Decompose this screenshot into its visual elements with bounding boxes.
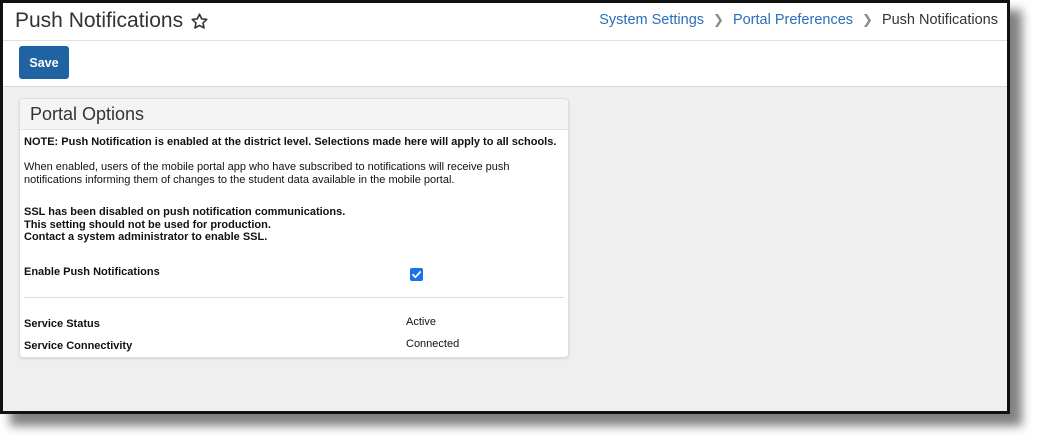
enable-push-checkbox[interactable] xyxy=(410,268,423,281)
breadcrumb-portal-preferences[interactable]: Portal Preferences xyxy=(733,12,853,28)
portal-options-panel: Portal Options NOTE: Push Notification i… xyxy=(19,98,569,358)
ssl-warning-line: SSL has been disabled on push notificati… xyxy=(24,206,346,218)
breadcrumb: System Settings ❯ Portal Preferences ❯ P… xyxy=(599,12,998,28)
checkmark-icon xyxy=(412,271,422,279)
title-bar: Push Notifications System Settings ❯ Por… xyxy=(3,3,1007,41)
ssl-warning: SSL has been disabled on push notificati… xyxy=(24,206,345,244)
ssl-warning-line: Contact a system administrator to enable… xyxy=(24,231,268,243)
chevron-right-icon: ❯ xyxy=(713,12,724,27)
service-connectivity-label: Service Connectivity xyxy=(24,340,133,352)
service-connectivity-value: Connected xyxy=(406,338,460,350)
page-title: Push Notifications xyxy=(15,9,209,33)
save-button[interactable]: Save xyxy=(19,46,69,79)
breadcrumb-system-settings[interactable]: System Settings xyxy=(599,12,704,28)
star-outline-icon[interactable] xyxy=(190,12,209,31)
app-window: Push Notifications System Settings ❯ Por… xyxy=(0,0,1010,414)
ssl-warning-line: This setting should not be used for prod… xyxy=(24,218,271,231)
enable-push-label: Enable Push Notifications xyxy=(24,266,160,278)
push-description: When enabled, users of the mobile portal… xyxy=(24,161,510,186)
section-divider xyxy=(24,297,564,298)
page-title-text: Push Notifications xyxy=(15,9,184,32)
panel-header: Portal Options xyxy=(20,99,568,130)
action-toolbar: Save xyxy=(3,41,1007,87)
panel-title: Portal Options xyxy=(30,104,145,124)
breadcrumb-current-page: Push Notifications xyxy=(881,12,998,28)
service-status-value: Active xyxy=(406,316,436,328)
service-status-label: Service Status xyxy=(24,318,100,330)
chevron-right-icon: ❯ xyxy=(862,12,873,27)
district-note: NOTE: Push Notification is enabled at th… xyxy=(24,136,557,148)
